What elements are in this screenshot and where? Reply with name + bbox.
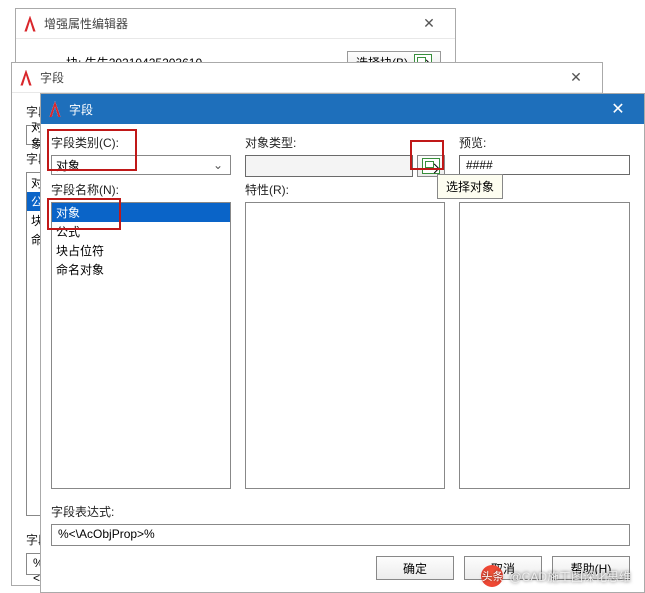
help-button[interactable]: 帮助(H) bbox=[552, 556, 630, 580]
titlebar[interactable]: 字段 ✕ bbox=[12, 63, 602, 93]
select-object-tooltip: 选择对象 bbox=[437, 174, 503, 199]
properties-label: 特性(R): bbox=[245, 181, 445, 198]
chevron-down-icon: ⌄ bbox=[210, 158, 226, 172]
field-window-front: 字段 ✕ 字段类别(C): 对象 ⌄ 字段名称(N): 对象 公式 块占位符 命… bbox=[40, 93, 645, 593]
expr-value: %<\AcObjProp>% bbox=[58, 527, 155, 541]
pick-icon bbox=[422, 158, 440, 174]
field-category-label: 字段类别(C): bbox=[51, 134, 231, 151]
properties-list[interactable] bbox=[245, 202, 445, 489]
list-item[interactable]: 命名对象 bbox=[52, 260, 230, 279]
ok-button[interactable]: 确定 bbox=[376, 556, 454, 580]
window-title: 字段 bbox=[69, 101, 598, 118]
app-icon bbox=[47, 101, 63, 117]
field-category-select[interactable]: 对象 ⌄ bbox=[51, 155, 231, 175]
window-title: 字段 bbox=[40, 69, 556, 86]
expr-input[interactable]: %<\AcObjProp>% bbox=[51, 524, 630, 546]
list-item[interactable]: 块占位符 bbox=[52, 241, 230, 260]
expr-label: 字段表达式: bbox=[51, 503, 630, 520]
close-icon[interactable]: ✕ bbox=[598, 95, 638, 123]
list-item[interactable]: 公式 bbox=[52, 222, 230, 241]
titlebar[interactable]: 字段 ✕ bbox=[41, 94, 644, 124]
object-type-input[interactable] bbox=[245, 155, 413, 177]
button-row: 确定 取消 帮助(H) bbox=[51, 556, 630, 580]
close-icon[interactable]: ✕ bbox=[409, 10, 449, 38]
app-icon bbox=[22, 16, 38, 32]
preview-value: #### bbox=[466, 158, 493, 172]
preview-label: 预览: bbox=[459, 134, 630, 151]
field-name-label: 字段名称(N): bbox=[51, 181, 231, 198]
content: 字段类别(C): 对象 ⌄ 字段名称(N): 对象 公式 块占位符 命名对象 对… bbox=[41, 124, 644, 592]
close-icon[interactable]: ✕ bbox=[556, 64, 596, 92]
window-title: 增强属性编辑器 bbox=[44, 15, 409, 32]
object-type-row bbox=[245, 155, 445, 177]
format-list[interactable] bbox=[459, 202, 630, 489]
app-icon bbox=[18, 70, 34, 86]
list-item[interactable]: 对象 bbox=[52, 203, 230, 222]
cancel-button[interactable]: 取消 bbox=[464, 556, 542, 580]
select-value: 对象 bbox=[56, 157, 80, 174]
preview-box: #### bbox=[459, 155, 630, 175]
titlebar[interactable]: 增强属性编辑器 ✕ bbox=[16, 9, 455, 39]
field-name-list[interactable]: 对象 公式 块占位符 命名对象 bbox=[51, 202, 231, 489]
object-type-label: 对象类型: bbox=[245, 134, 445, 151]
